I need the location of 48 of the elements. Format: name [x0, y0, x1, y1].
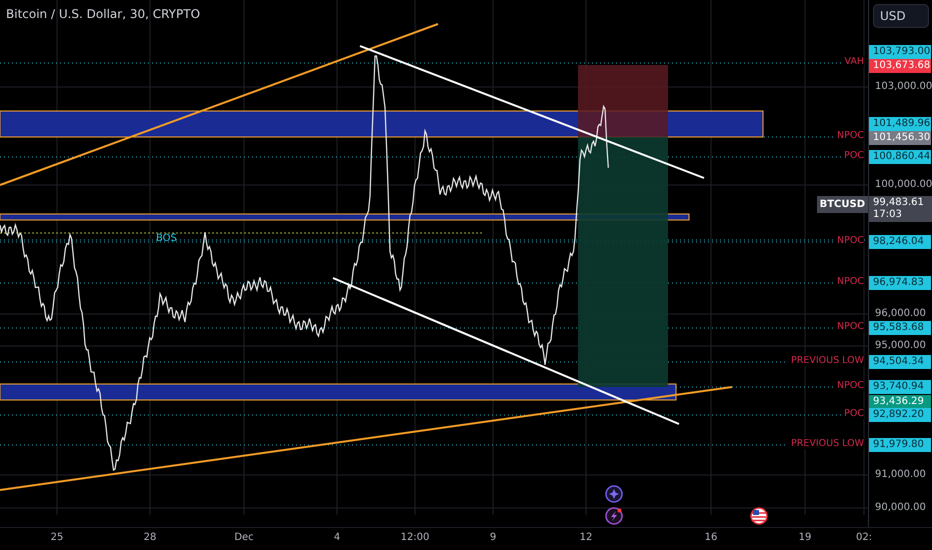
countdown: 17:03	[873, 209, 903, 221]
price-tag: 95,583.68	[869, 321, 931, 335]
price-tag: 93,740.94	[869, 380, 931, 394]
chart-annotation: BOS	[156, 233, 177, 244]
price-tick: 95,000.00	[875, 339, 926, 353]
level-label: NPOC	[834, 380, 864, 391]
price-tag: 101,489.96	[869, 117, 931, 131]
price-tag: 103,793.00	[869, 45, 931, 59]
time-label: 4	[334, 532, 340, 543]
sparkle-event-icon[interactable]	[605, 485, 623, 503]
time-label: 25	[50, 532, 64, 543]
currency-button[interactable]: USD	[873, 4, 929, 28]
time-label: 12:00	[400, 532, 430, 543]
level-label: VAH	[841, 56, 864, 67]
time-label: 02:	[856, 532, 872, 543]
price-tick: 96,000.00	[875, 307, 926, 321]
level-label: POC	[841, 150, 864, 161]
level-label: NPOC	[834, 276, 864, 287]
price-tick: 103,000.00	[875, 80, 932, 94]
symbol-tag: BTCUSD	[816, 196, 868, 213]
time-label: 9	[490, 532, 496, 543]
time-label: 28	[144, 532, 156, 543]
level-label: NPOC	[834, 321, 864, 332]
price-tag: 103,673.68	[869, 59, 931, 73]
price-tag: 94,504.34	[869, 355, 931, 369]
price-tag: 96,974.83	[869, 276, 931, 290]
time-label: 19	[798, 532, 812, 543]
level-label: PREVIOUS LOW	[788, 438, 864, 449]
price-tag: 93,436.29	[869, 395, 931, 409]
price-tick: 90,000.00	[875, 501, 926, 515]
level-label: NPOC	[834, 130, 864, 141]
level-label: PREVIOUS LOW	[788, 355, 864, 366]
last-price: 99,483.61	[873, 197, 925, 209]
chart-title: Bitcoin / U.S. Dollar, 30, CRYPTO	[6, 7, 200, 21]
time-label: 16	[704, 532, 718, 543]
price-tick: 100,000.00	[875, 178, 932, 192]
price-tag: 91,979.80	[869, 438, 931, 452]
us-flag-icon[interactable]	[750, 507, 768, 525]
price-tick: 91,000.00	[875, 468, 926, 482]
price-tag: 98,246.04	[869, 235, 931, 249]
price-tag: 100,860.44	[869, 150, 931, 164]
time-label: Dec	[234, 532, 254, 543]
level-label: NPOC	[834, 235, 864, 246]
price-tag: 101,456.30	[869, 131, 931, 145]
level-label: POC	[841, 408, 864, 419]
time-label: 12	[580, 532, 592, 543]
price-tag: 92,892.20	[869, 408, 931, 422]
lightning-event-icon[interactable]	[605, 507, 623, 525]
